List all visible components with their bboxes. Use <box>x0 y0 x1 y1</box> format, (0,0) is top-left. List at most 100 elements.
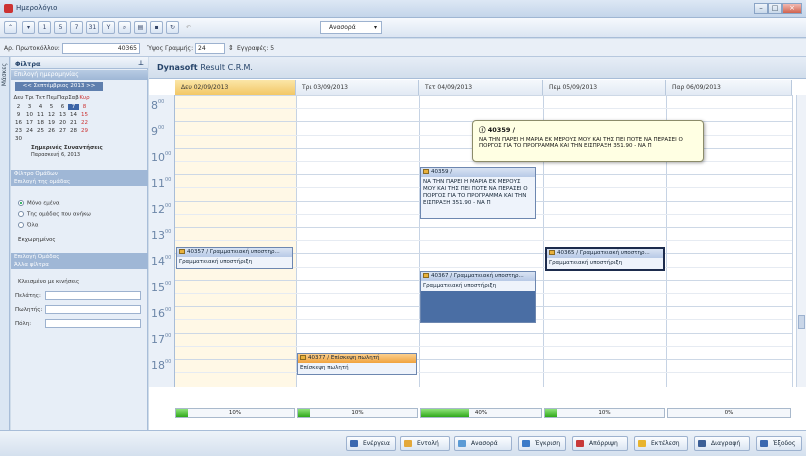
row-height-spinner[interactable]: ⇕ <box>228 44 234 52</box>
search-icon[interactable]: ⌕ <box>118 21 131 34</box>
day-header-mon[interactable]: Δευ 02/09/2013 <box>175 80 296 95</box>
hour-label: 1500 <box>151 281 171 294</box>
calendar-day[interactable]: 9 <box>13 112 24 118</box>
delete-button[interactable]: Διαγραφή <box>694 436 750 451</box>
assigned-checkbox[interactable]: Εκχωρημένος <box>18 237 56 243</box>
radio-dot <box>18 211 24 217</box>
button-label: Έξοδος <box>773 440 796 447</box>
protocol-field[interactable]: 40365 <box>62 43 140 54</box>
hour-value: 8 <box>151 99 158 112</box>
up-arrow-icon[interactable]: ⌃ <box>4 21 17 34</box>
filters-title: Φίλτρα ⊥ <box>11 57 148 69</box>
salesman-field[interactable] <box>45 305 141 314</box>
appointment-40357[interactable]: 40357 / Γραμματειακή υποστηρ... Γραμματε… <box>176 247 293 269</box>
vertical-scrollbar[interactable] <box>796 95 806 387</box>
approve-button[interactable]: Έγκριση <box>518 436 566 451</box>
masks-vertical-tab[interactable]: Μάσκες <box>0 57 10 430</box>
year-view-button[interactable]: Y <box>102 21 115 34</box>
calendar-day[interactable]: 17 <box>24 120 35 126</box>
calendar-day[interactable]: 29 <box>79 128 90 134</box>
closed-with-moves-checkbox[interactable]: Κλεισμένο με κινήσεις <box>18 279 79 285</box>
day-header-thu[interactable]: Πεμ 05/09/2013 <box>543 80 666 95</box>
appointment-40377[interactable]: 40377 / Επίσκεψη πωλητή Επίσκεψη πωλητή <box>297 353 417 375</box>
button-label: Έγκριση <box>535 440 561 447</box>
month-navigator[interactable]: << Σεπτέμβριος 2013 >> <box>15 82 103 91</box>
calendar-day-selected[interactable]: 7 <box>68 104 79 110</box>
maximize-button[interactable]: □ <box>768 3 782 14</box>
radio-label: Όλα <box>27 222 39 229</box>
hour-min: 00 <box>165 359 172 365</box>
hour-value: 18 <box>151 359 165 372</box>
calendar-day[interactable]: 30 <box>13 136 24 142</box>
pending-text: Σημερινές Συναντήσεις <box>31 145 103 151</box>
week-view-button[interactable]: 7 <box>70 21 83 34</box>
calendar-day[interactable]: 4 <box>35 104 46 110</box>
row-height-field[interactable]: 24 <box>195 43 225 54</box>
app-icon <box>4 4 13 13</box>
view-select[interactable]: Ανασορά ▾ <box>320 21 382 34</box>
hour-label: 900 <box>151 125 164 138</box>
toolbar: ⌃ ▾ 1 5 7 31 Y ⌕ ▤ ▪ ↻ ↶ Ανασορά ▾ <box>0 18 806 38</box>
city-field[interactable] <box>45 319 141 328</box>
print-icon[interactable]: ▤ <box>134 21 147 34</box>
calendar-day[interactable]: 22 <box>79 120 90 126</box>
calendar-day[interactable]: 21 <box>68 120 79 126</box>
progress-label: 10% <box>228 410 242 416</box>
window-title: Ημερολόγιο <box>16 4 58 12</box>
scrollbar-thumb[interactable] <box>798 315 805 329</box>
calendar-day[interactable]: 11 <box>35 112 46 118</box>
day-progress-tue: 10% <box>297 408 418 418</box>
hour-label: 1000 <box>151 151 171 164</box>
radio-all[interactable]: Όλα <box>18 222 38 229</box>
calendar-day[interactable]: 23 <box>13 128 24 134</box>
exit-button[interactable]: Έξοδος <box>756 436 802 451</box>
calendar-day[interactable]: 28 <box>68 128 79 134</box>
appointment-40365[interactable]: 40365 / Γραμματειακή υποστηρ... Γραμματε… <box>545 247 665 271</box>
pin-icon[interactable]: ⊥ <box>138 59 144 67</box>
action-button[interactable]: Ενέργεια <box>346 436 396 451</box>
calendar-day[interactable]: 15 <box>79 112 90 118</box>
calendar-day[interactable]: 16 <box>13 120 24 126</box>
calendar-day[interactable]: 3 <box>24 104 35 110</box>
group-select-header: Επιλογή Ομάδας <box>11 253 148 261</box>
radio-dot <box>18 200 24 206</box>
filter-icon[interactable]: ▾ <box>22 21 35 34</box>
reject-button[interactable]: Απόρριψη <box>572 436 628 451</box>
calendar-day[interactable]: 26 <box>46 128 57 134</box>
day-header-fri[interactable]: Παρ 06/09/2013 <box>666 80 792 95</box>
calendar-day[interactable]: 20 <box>57 120 68 126</box>
calendar-day[interactable]: 14 <box>68 112 79 118</box>
appointment-icon <box>300 355 306 360</box>
calendar-day[interactable]: 5 <box>46 104 57 110</box>
calendar-day[interactable]: 18 <box>35 120 46 126</box>
calendar-day[interactable]: 8 <box>79 104 90 110</box>
save-icon[interactable]: ▪ <box>150 21 163 34</box>
refresh-icon[interactable]: ↻ <box>166 21 179 34</box>
workweek-view-button[interactable]: 5 <box>54 21 67 34</box>
calendar-day[interactable]: 2 <box>13 104 24 110</box>
calendar-day[interactable]: 27 <box>57 128 68 134</box>
calendar-day[interactable]: 10 <box>24 112 35 118</box>
order-button[interactable]: Εντολή <box>400 436 450 451</box>
day-view-button[interactable]: 1 <box>38 21 51 34</box>
hour-value: 12 <box>151 203 165 216</box>
calendar-day[interactable]: 13 <box>57 112 68 118</box>
close-button[interactable]: × <box>782 3 802 14</box>
calendar-day[interactable]: 12 <box>46 112 57 118</box>
report-button[interactable]: Ανασορά <box>454 436 512 451</box>
day-header-wed[interactable]: Τετ 04/09/2013 <box>419 80 543 95</box>
undo-icon[interactable]: ↶ <box>182 21 195 34</box>
appointment-40367[interactable]: 40367 / Γραμματειακή υποστηρ... Γραμματε… <box>420 271 536 323</box>
calendar-day[interactable]: 24 <box>24 128 35 134</box>
radio-my-group[interactable]: Της ομάδας που ανήκω <box>18 211 91 218</box>
appointment-40359[interactable]: 40359 / ΝΑ ΤΗΝ ΠΑΡΕΙ Η ΜΑΡΙΑ ΕΚ ΜΕΡΟΥΣ Μ… <box>420 167 536 219</box>
customer-field[interactable] <box>45 291 141 300</box>
month-view-button[interactable]: 31 <box>86 21 99 34</box>
calendar-day[interactable]: 25 <box>35 128 46 134</box>
calendar-day[interactable]: 19 <box>46 120 57 126</box>
day-header-tue[interactable]: Τρι 03/09/2013 <box>296 80 419 95</box>
calendar-day[interactable]: 6 <box>57 104 68 110</box>
execute-button[interactable]: Εκτέλεση <box>634 436 688 451</box>
radio-only-me[interactable]: Μόνο εμένα <box>18 200 59 207</box>
minimize-button[interactable]: – <box>754 3 768 14</box>
